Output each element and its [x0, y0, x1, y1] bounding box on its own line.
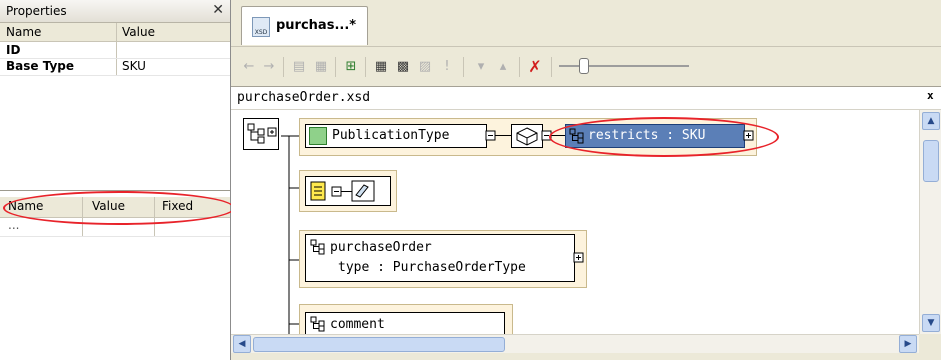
- close-icon[interactable]: ✕: [212, 2, 224, 18]
- add-attribute-icon[interactable]: ▩: [395, 59, 411, 75]
- schema-root-icon: [247, 123, 277, 144]
- back-arrow-icon[interactable]: ←: [241, 59, 257, 75]
- element-icon: [310, 316, 325, 332]
- properties-panel: Properties ✕ Name Value ID Base Type SKU…: [0, 0, 235, 360]
- properties-header: Properties ✕: [0, 0, 230, 23]
- prop-row-value[interactable]: SKU: [122, 59, 146, 73]
- move-down-icon[interactable]: ▾: [473, 59, 489, 75]
- vertical-scrollbar[interactable]: ▲ ▼: [919, 110, 941, 334]
- scroll-left-icon[interactable]: ◀: [233, 335, 251, 353]
- col-value[interactable]: Value: [122, 25, 155, 39]
- annotation-oval: [549, 117, 779, 157]
- expand-plus-icon[interactable]: [573, 250, 585, 264]
- horizontal-scrollbar[interactable]: ◀ ▶: [231, 334, 919, 353]
- add-element-icon[interactable]: ▦: [373, 59, 389, 75]
- tab-bar: XSD purchas...*: [231, 0, 941, 46]
- prop-row-name[interactable]: ID: [6, 43, 20, 57]
- sequence-node[interactable]: [511, 124, 543, 148]
- schema-root-node[interactable]: [243, 118, 279, 150]
- complex-type-icon: [309, 127, 327, 145]
- properties-title: Properties: [6, 4, 67, 18]
- layout-icon[interactable]: ▤: [291, 59, 307, 75]
- comment-node[interactable]: comment: [305, 312, 505, 335]
- tree-icon[interactable]: ▦: [313, 59, 329, 75]
- col-name[interactable]: Name: [6, 25, 41, 39]
- path-bar: purchaseOrder.xsd x: [231, 86, 941, 110]
- tab-label: purchas...*: [276, 18, 357, 33]
- prop-row-name[interactable]: Base Type: [6, 59, 74, 73]
- tab-purchase-order[interactable]: XSD purchas...*: [241, 6, 368, 45]
- element-icon: [310, 239, 325, 255]
- vertical-scroll-thumb[interactable]: [923, 140, 939, 182]
- facet-placeholder[interactable]: ...: [8, 218, 19, 232]
- purchase-order-node[interactable]: purchaseOrder type : PurchaseOrderType: [305, 234, 575, 282]
- sequence-icon: [516, 127, 538, 146]
- expand-icon[interactable]: ⊞: [343, 59, 359, 75]
- publication-type-node[interactable]: PublicationType: [305, 124, 487, 148]
- scroll-down-icon[interactable]: ▼: [922, 314, 940, 332]
- horizontal-scroll-thumb[interactable]: [253, 337, 505, 352]
- scroll-corner: [919, 334, 941, 352]
- properties-column-header: Name Value: [0, 23, 230, 42]
- close-pane-icon[interactable]: x: [927, 89, 934, 102]
- annotation-oval: [3, 191, 235, 225]
- documentation-icon: [310, 180, 375, 202]
- annotation-node[interactable]: [305, 176, 391, 206]
- xsd-file-icon: XSD: [252, 17, 270, 37]
- forward-arrow-icon[interactable]: →: [261, 59, 277, 75]
- diagram-canvas: PublicationType restricts : SKU purchase…: [231, 110, 919, 336]
- schema-editor: XSD purchas...* ← → ▤ ▦ ⊞ ▦ ▩ ▨ ! ▾ ▴ ✗ …: [231, 0, 941, 360]
- move-up-icon[interactable]: ▴: [495, 59, 511, 75]
- toolbar: ← → ▤ ▦ ⊞ ▦ ▩ ▨ ! ▾ ▴ ✗: [231, 46, 941, 85]
- scroll-up-icon[interactable]: ▲: [922, 112, 940, 130]
- scroll-right-icon[interactable]: ▶: [899, 335, 917, 353]
- warning-icon[interactable]: !: [439, 59, 455, 75]
- zoom-slider-knob[interactable]: [579, 58, 589, 74]
- file-path: purchaseOrder.xsd: [237, 90, 371, 105]
- add-group-icon[interactable]: ▨: [417, 59, 433, 75]
- delete-icon[interactable]: ✗: [527, 59, 543, 75]
